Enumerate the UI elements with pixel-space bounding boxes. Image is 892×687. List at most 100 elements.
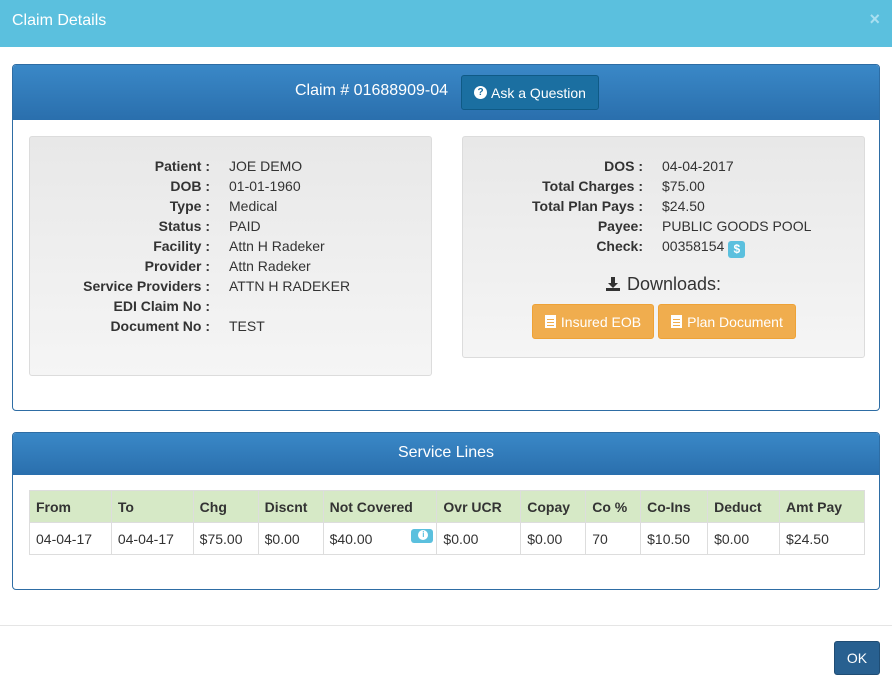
patient-info-label: EDI Claim No : [30,298,210,318]
field-value-text: 00358154 [662,238,725,254]
cell-value: $0.00 [714,530,750,547]
field-label: Payee: [597,218,643,234]
modal-title: Claim Details [12,12,107,29]
cell-value: $75.00 [199,530,243,547]
claim-panel-heading: Claim # 01688909-04 ? Ask a Question [13,65,879,120]
table-cell: $0.00 [436,522,522,555]
payment-info-label: Payee: [463,218,643,238]
field-value: Attn H Radeker [229,238,325,254]
info-circle-icon[interactable] [411,529,434,543]
field-value-text: $24.50 [662,198,705,214]
table-cell: $75.00 [192,522,259,555]
payment-info-label: Check: [463,238,643,258]
field-value: 00358154 $ [662,238,746,258]
service-lines-title: Service Lines [397,444,495,461]
field-value: PAID [229,218,261,234]
cell-value: $0.00 [264,530,300,547]
question-circle-icon: ? [474,86,488,99]
field-label: Service Providers : [83,278,210,294]
field-label: DOS : [604,158,643,174]
cell-value: $0.00 [527,530,563,547]
modal-footer-divider [0,625,892,626]
column-header: Deduct [707,490,781,523]
table-header-row: From To Chg Discnt Not Covered Ovr UCR Copay Co… [29,490,865,523]
table-cell: $0.00 [707,522,781,555]
field-label: Type : [169,198,210,214]
field-label: DOB : [170,178,210,194]
modal-header: Claim Details × [0,0,892,47]
patient-info-label: Service Providers : [30,278,210,298]
cell-value: $10.50 [647,530,690,547]
field-label: Document No : [110,318,210,334]
field-value-text: PUBLIC GOODS POOL [662,218,812,234]
cell-value: $0.00 [443,530,479,547]
field-value: $24.50 [662,198,705,214]
table-cell: 04-04-17 [29,522,112,555]
field-label: Facility : [153,238,210,254]
table-cell: 04-04-17 [110,522,194,555]
table-cell: 70 [585,522,642,555]
payment-info-well: Downloads: Insured EOB Plan Document DOS… [462,136,865,358]
field-label: Total Charges : [542,178,643,194]
ok-button[interactable]: OK [834,641,880,675]
field-value: Attn Radeker [229,258,311,274]
patient-info-label: Facility : [30,238,210,258]
field-value: TEST [229,318,265,334]
service-lines-heading: Service Lines [13,433,879,475]
field-value: ATTN H RADEKER [229,278,351,294]
plan-document-button[interactable]: Plan Document [658,304,796,339]
cell-value: 04-04-17 [117,530,174,547]
column-header: Copay [520,490,587,523]
field-value: Medical [229,198,278,214]
column-header: To [110,490,194,523]
file-text-icon [671,315,683,328]
field-value-text: $75.00 [662,178,705,194]
column-header: Amt Pay [779,490,865,523]
field-value: JOE DEMO [229,158,303,174]
file-text-icon [544,315,556,328]
patient-info-label: Provider : [30,258,210,278]
ask-question-button[interactable]: ? Ask a Question [461,75,599,110]
download-icon [605,277,620,291]
check-payment-icon[interactable]: $ [728,241,746,258]
table-row: 04-04-17 04-04-17 $75.00 $0.00 $40.00 $0.00 $0… [29,522,865,555]
cell-value: 04-04-17 [36,530,93,547]
close-icon[interactable]: × [869,10,880,28]
column-header: Co-Ins [640,490,709,523]
payment-info-label: Total Plan Pays : [463,198,643,218]
cell-value: 70 [592,530,608,547]
patient-info-label: DOB : [30,178,210,198]
claim-number: Claim # 01688909-04 [295,82,448,99]
patient-info-label: Type : [30,198,210,218]
field-value: $75.00 [662,178,705,194]
field-label: Status : [158,218,210,234]
patient-info-label: Document No : [30,318,210,338]
table-cell: $0.00 [520,522,587,555]
table-cell: $0.00 [257,522,324,555]
field-label: Total Plan Pays : [532,198,643,214]
payment-info-label: Total Charges : [463,178,643,198]
field-label: Check: [596,238,643,254]
claim-panel: Claim # 01688909-04 ? Ask a Question Pat… [12,64,880,411]
column-header: From [29,490,112,523]
patient-info-label: Status : [30,218,210,238]
column-header: Chg [192,490,259,523]
field-label: EDI Claim No : [113,298,210,314]
payment-info-label: DOS : [463,158,643,178]
field-label: Patient : [154,158,210,174]
table-cell: $40.00 [322,522,438,555]
column-header: Co % [585,490,642,523]
service-lines-table: From To Chg Discnt Not Covered Ovr UCR Copay Co… [29,490,865,555]
cell-value: $24.50 [786,530,829,547]
field-label: Provider : [144,258,210,274]
insured-eob-button[interactable]: Insured EOB [532,304,654,339]
service-lines-panel: Service Lines From To Chg Discnt Not Covered… [12,432,880,590]
patient-info-label: Patient : [30,158,210,178]
column-header: Discnt [257,490,324,523]
ask-question-label: Ask a Question [491,84,586,101]
field-value-text: 04-04-2017 [662,158,734,174]
column-header: Not Covered [322,490,438,523]
downloads-heading: Downloads: [463,274,864,295]
insured-eob-label: Insured EOB [560,313,642,330]
table-cell: $24.50 [779,522,865,555]
